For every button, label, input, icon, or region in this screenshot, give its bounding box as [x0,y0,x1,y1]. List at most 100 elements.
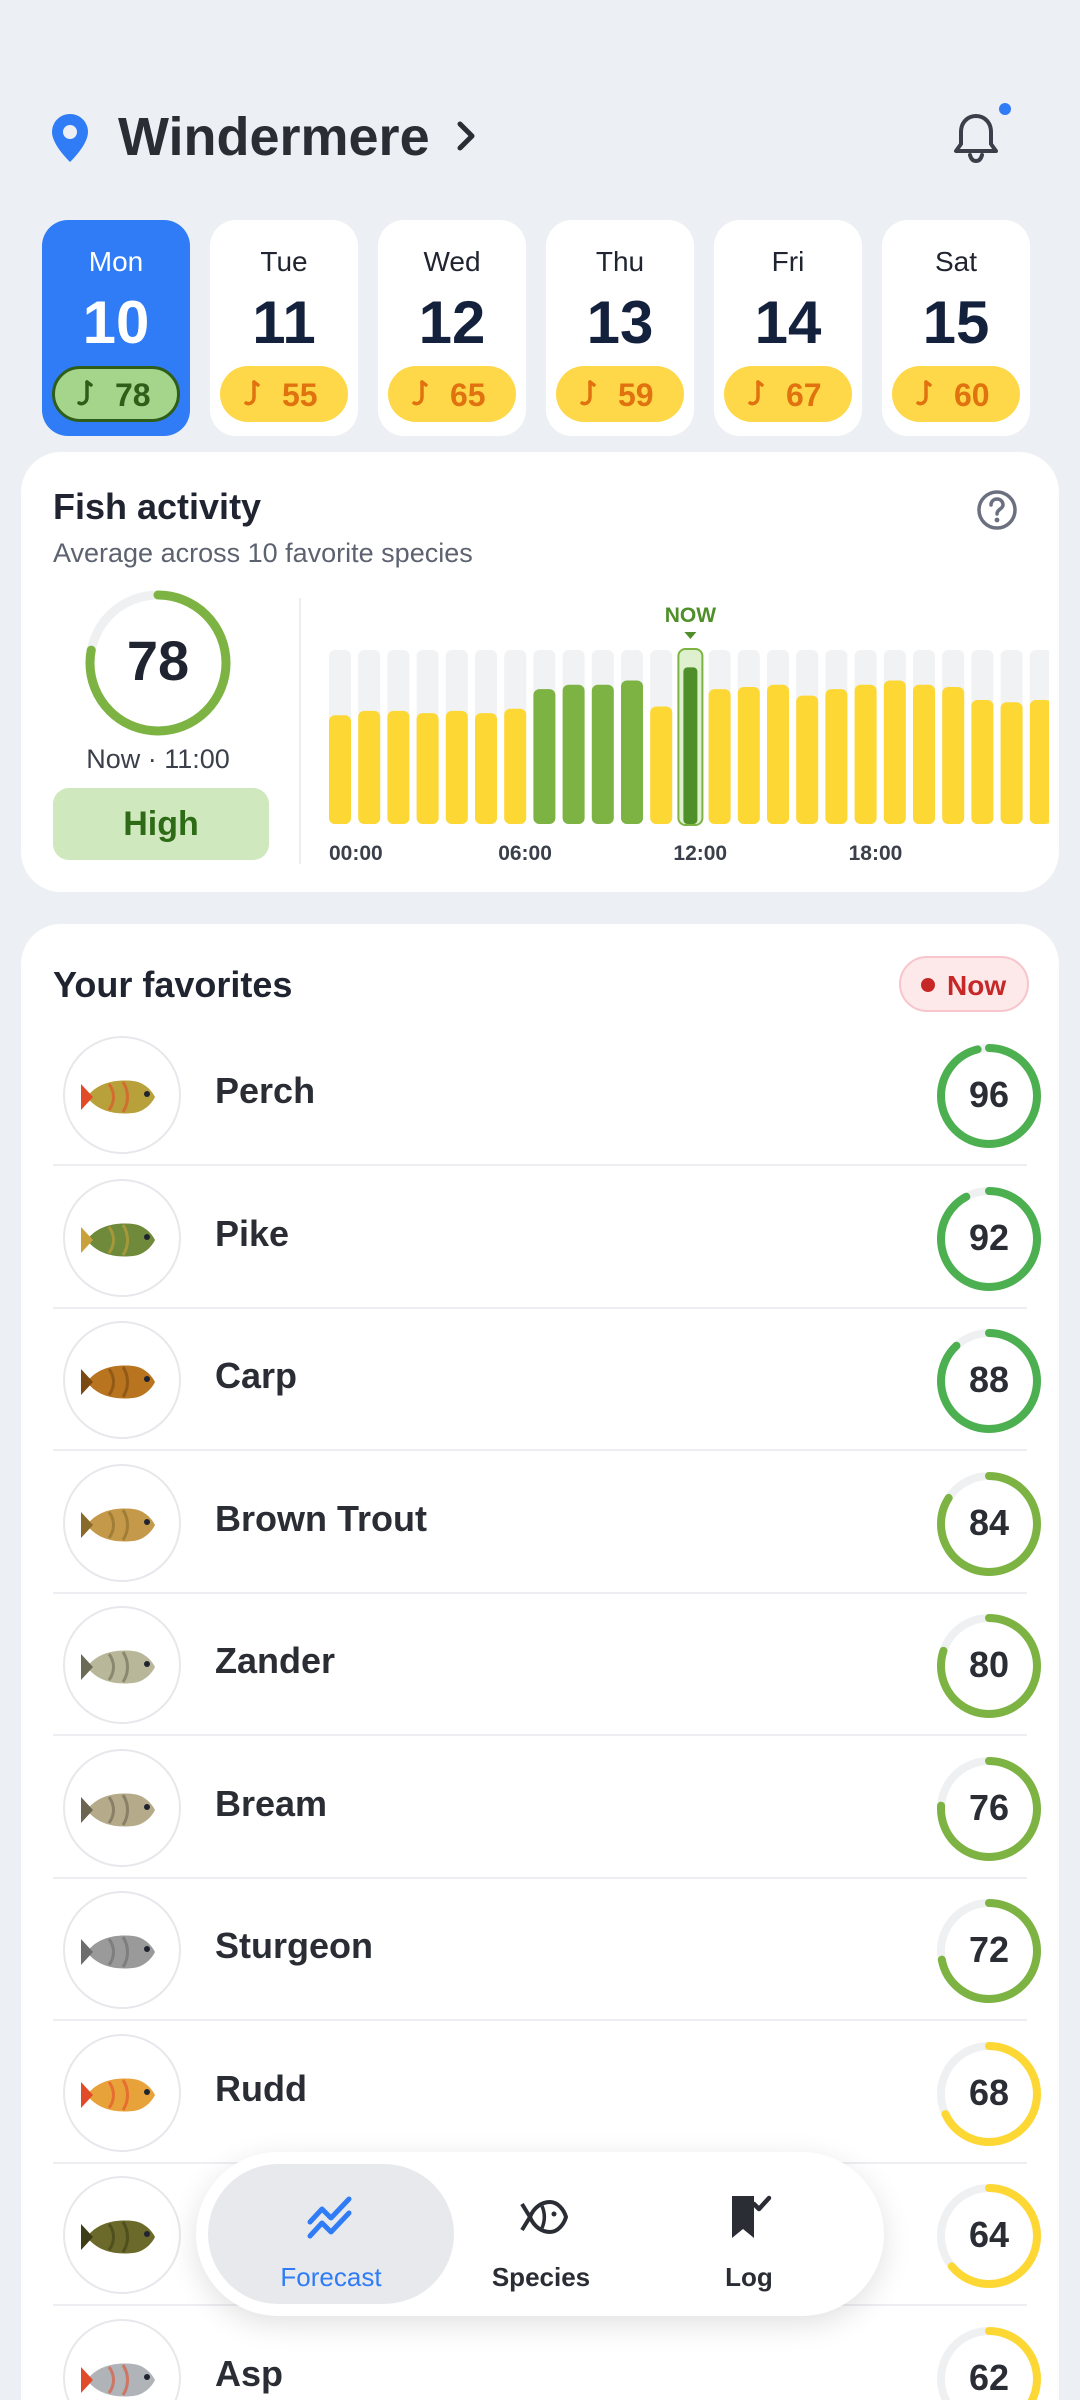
species-avatar [63,1748,181,1867]
hourly-activity-chart: NOW 00:00 06:00 12:00 18:00 [329,604,1049,865]
species-avatar [63,2318,181,2400]
species-avatar [63,1036,181,1154]
location-name[interactable]: Windermere [118,106,430,168]
fishing-hook-icon [748,380,764,406]
hour-bar [416,713,439,824]
day-score: 65 [450,377,486,413]
day-tue[interactable]: Tue 11 55 [210,220,358,436]
hour-bar [504,708,527,824]
hour-bar [562,684,585,824]
activity-level-badge: High [53,788,269,860]
fishing-hook-icon [916,380,932,406]
hour-bar [708,689,731,824]
fish-icon [520,2200,568,2234]
hour-bar [942,686,965,824]
location-header[interactable]: Windermere [0,96,1080,176]
day-score: 67 [786,377,822,413]
day-score-pill: 78 [52,366,180,422]
species-row[interactable]: Pike 92 [53,1167,1041,1309]
day-name: Fri [771,246,805,277]
species-score: 96 [968,1074,1010,1115]
hour-bar [621,680,643,824]
bottom-navigation: Forecast Species Log [196,2152,884,2316]
hour-bar [971,700,994,824]
day-score-pill: 59 [556,366,684,422]
species-row[interactable]: Bream 76 [53,1737,1041,1879]
species-avatar [63,2176,181,2294]
species-score: 76 [968,1786,1010,1828]
fish-illustration-icon [81,1793,155,1826]
day-fri[interactable]: Fri 14 67 [714,220,862,436]
notification-dot [996,100,1014,118]
nav-log-label: Log [725,2262,773,2292]
fishing-hook-icon [412,380,428,406]
species-name: Perch [215,1070,316,1111]
fish-illustration-icon [81,1650,155,1684]
day-name: Mon [88,246,144,277]
species-score: 84 [968,1501,1010,1543]
activity-score: 78 [126,629,190,692]
day-sat[interactable]: Sat 15 60 [882,220,1030,436]
day-thu[interactable]: Thu 13 59 [546,220,694,436]
time-tick-label: 06:00 [498,842,552,865]
species-avatar [63,1463,181,1582]
species-row[interactable]: Sturgeon 72 [53,1879,1041,2021]
hour-bar [475,713,497,824]
help-icon[interactable] [975,488,1019,532]
fishing-hook-icon [580,380,596,406]
species-avatar [63,1606,181,1724]
hour-bar [913,684,935,824]
fish-illustration-icon [81,1080,155,1114]
hour-bar [650,706,673,824]
species-name: Asp [215,2352,284,2394]
activity-time: Now · 11:00 [86,744,230,774]
hour-bar [591,684,614,824]
species-name: Zander [215,1640,336,1681]
fish-activity-card: Fish activity Average across 10 favorite… [21,452,1059,892]
day-name: Tue [260,246,308,277]
species-row[interactable]: Brown Trout 84 [53,1452,1041,1594]
day-number: 13 [586,289,654,356]
species-avatar [63,1891,181,2009]
species-row[interactable]: Asp 62 [53,2307,1041,2400]
day-score: 78 [115,377,151,413]
nav-log[interactable]: Log [626,2164,872,2304]
species-row[interactable]: Rudd 68 [53,2022,1041,2164]
day-number: 11 [252,289,316,356]
hour-bar [1000,702,1023,824]
now-marker-arrow-icon [684,632,697,639]
fishing-hook-icon [77,380,93,406]
day-wed[interactable]: Wed 12 65 [378,220,526,436]
day-number: 12 [418,289,486,356]
species-row[interactable]: Zander 80 [53,1594,1041,1736]
day-name: Wed [423,246,481,277]
species-score: 72 [968,1929,1010,1970]
hour-bar [767,684,789,824]
day-mon[interactable]: Mon 10 78 [42,220,190,436]
location-pin-icon [52,114,88,162]
day-score-pill: 55 [220,366,348,422]
species-score: 68 [968,2071,1010,2113]
time-tick-label: 12:00 [673,842,727,865]
day-number: 14 [754,289,822,356]
species-name: Sturgeon [215,1925,373,1966]
day-name: Thu [595,246,645,277]
day-number: 10 [82,289,150,356]
hour-bar [387,710,410,824]
chevron-right-icon[interactable] [452,116,480,156]
hour-bar [533,689,556,824]
notifications-bell-icon[interactable] [946,108,1006,168]
day-score-pill: 67 [724,366,852,422]
hour-bar [358,710,381,824]
fish-illustration-icon [81,1365,155,1399]
forecast-trend-icon [307,2196,352,2239]
fish-illustration-icon [81,2220,155,2254]
log-bookmark-icon [732,2195,772,2238]
species-row[interactable]: Carp 88 [53,1309,1041,1451]
fish-illustration-icon [81,2363,155,2396]
now-marker-label: NOW [665,604,717,627]
species-row[interactable]: Perch 96 [53,1024,1041,1166]
day-name: Sat [934,246,978,277]
species-avatar [63,1178,181,1297]
hour-bar [445,710,468,824]
